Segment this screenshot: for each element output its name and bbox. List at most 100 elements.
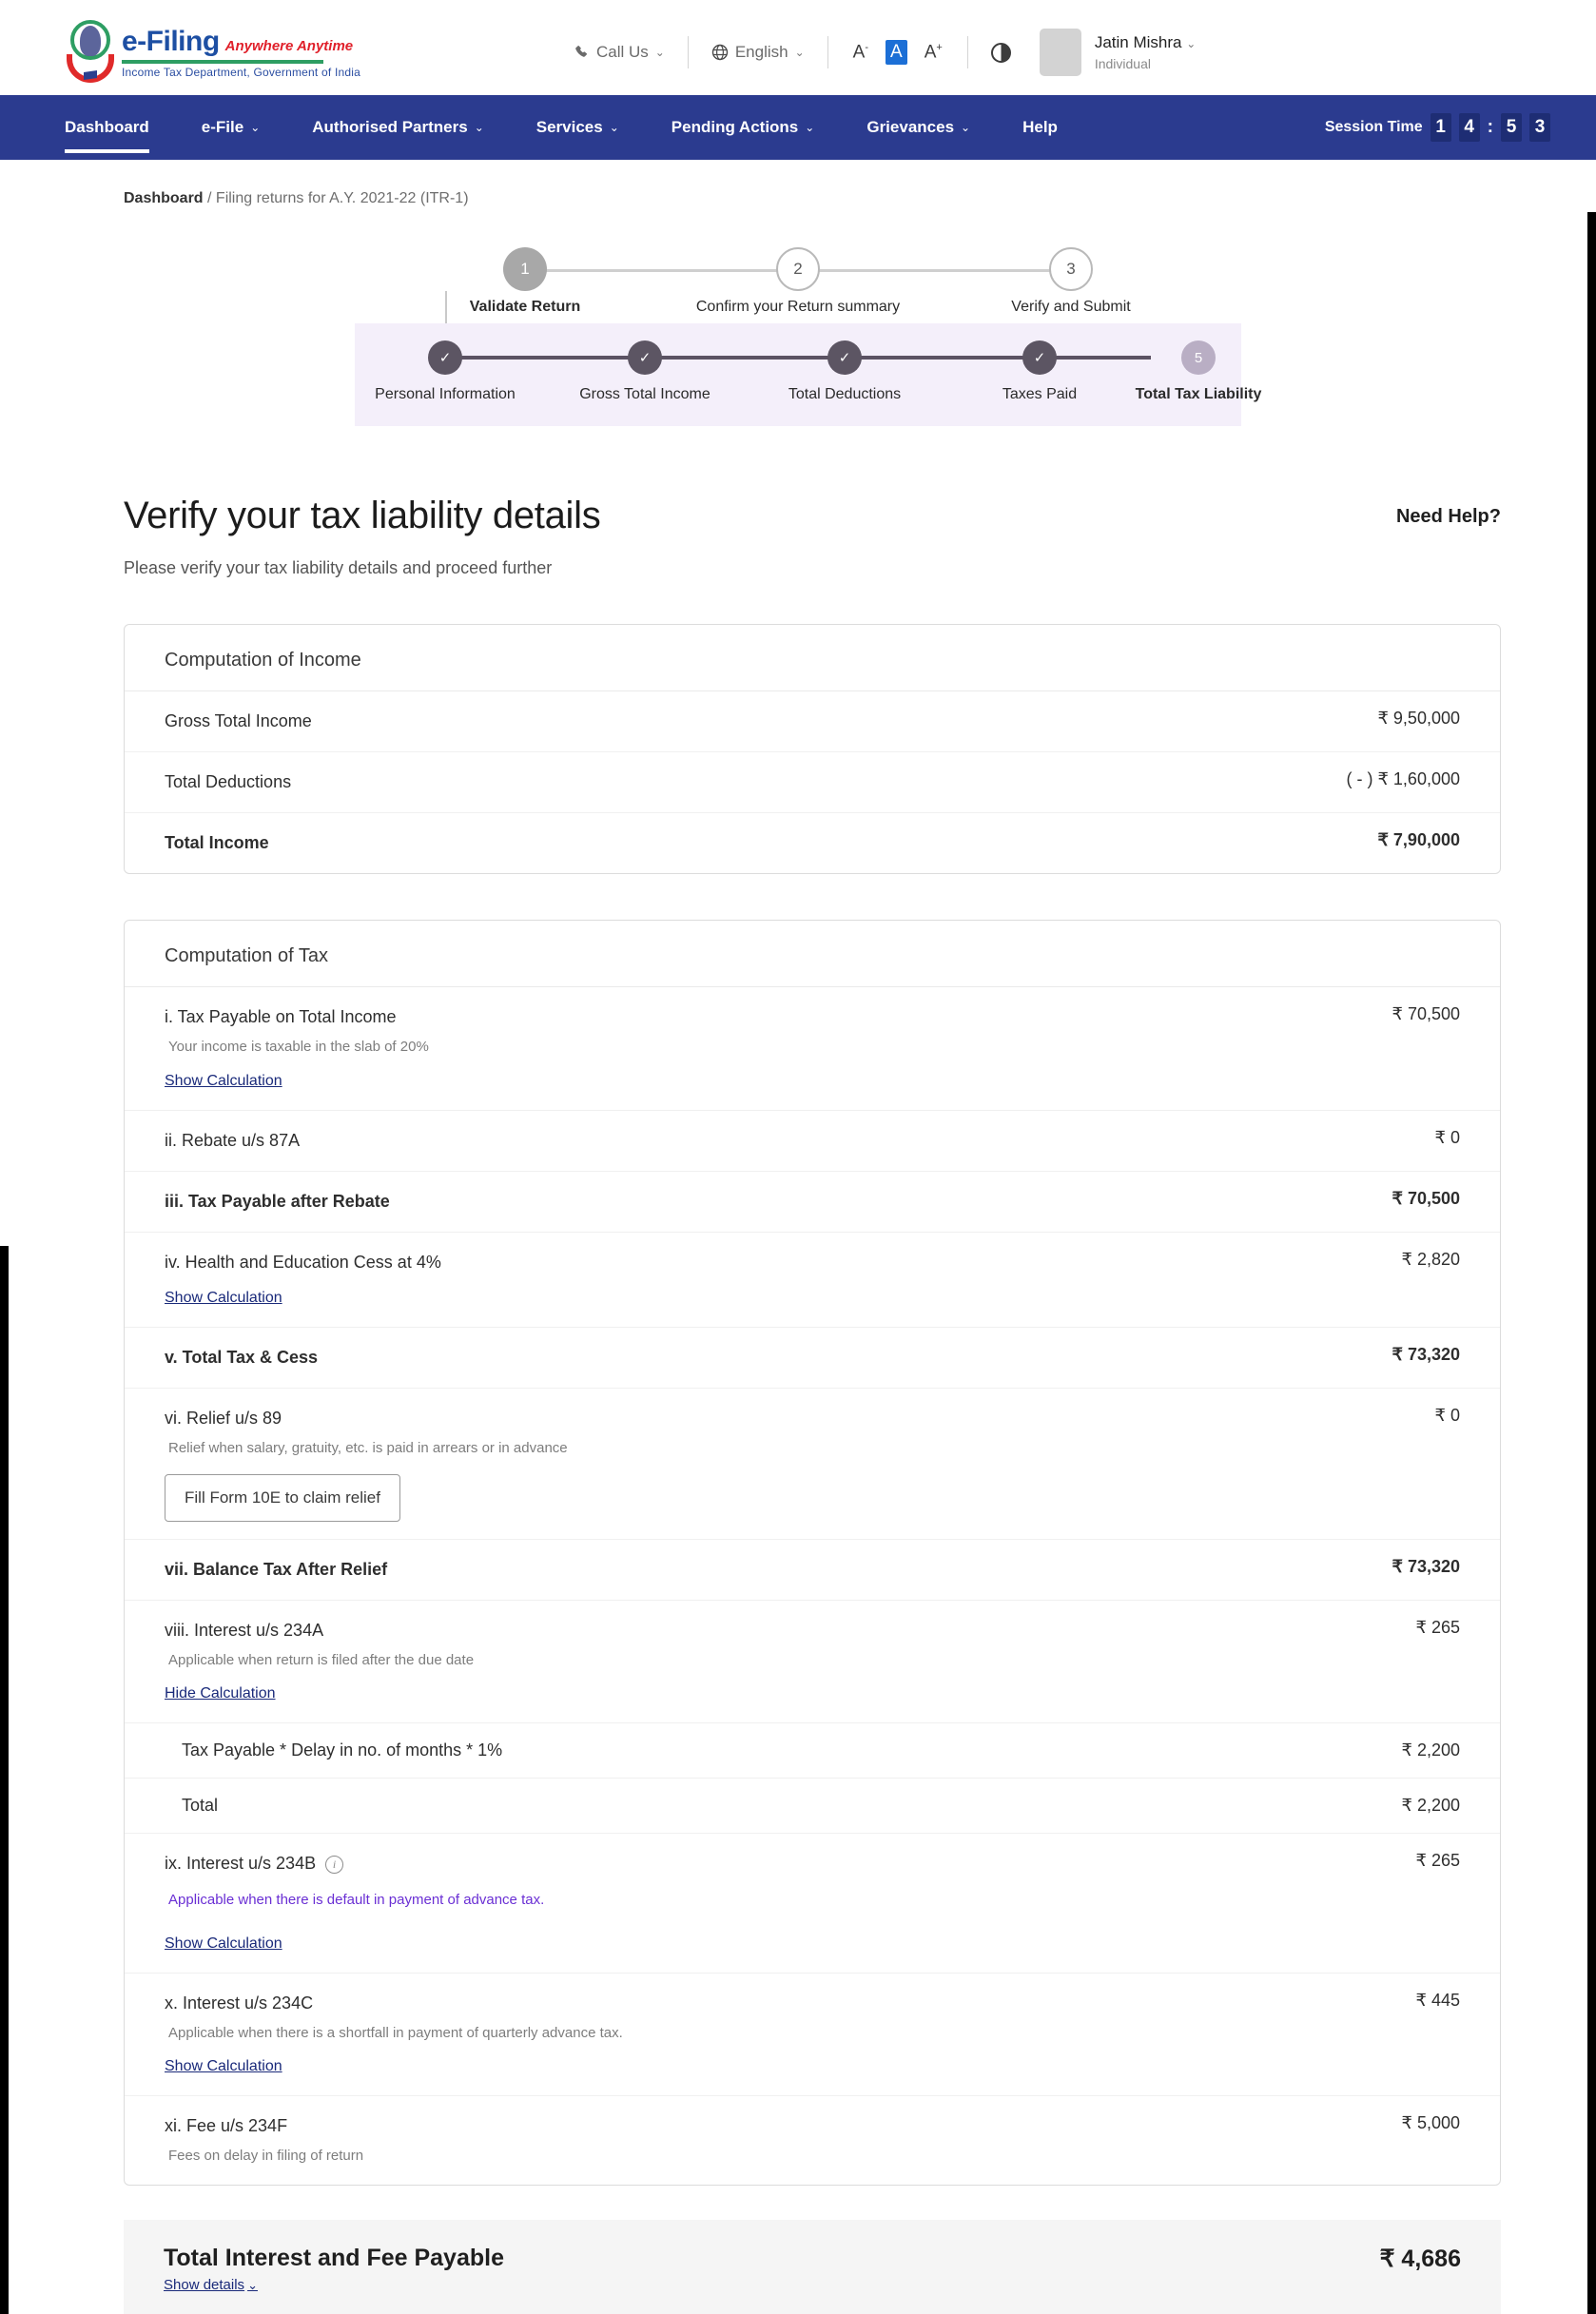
stepper-track: 1 Validate Return 2 Confirm your Return sum… (299, 247, 1297, 315)
row-amount: ₹ 0 (1434, 1405, 1460, 1425)
substep-node-2[interactable]: ✓ (628, 340, 662, 375)
top-utility-bar: e-Filing Anywhere Anytime Income Tax Dep… (0, 0, 1596, 105)
breadcrumb-separator: / (203, 190, 216, 206)
font-increase-button[interactable]: A+ (923, 41, 944, 64)
step-label-2: Confirm your Return summary (695, 299, 901, 315)
substep-label-3: Total Deductions (788, 386, 902, 402)
toggle-calculation-link[interactable]: Show Calculation (165, 1933, 282, 1955)
totals-section: Total Interest and Fee Payable Show detai… (0, 2219, 1596, 2314)
page-header-row: Verify your tax liability details Need H… (124, 495, 1501, 537)
brand-tagline: Anywhere Anytime (224, 37, 354, 54)
session-digit: 3 (1529, 113, 1550, 142)
card-title: Computation of Income (125, 625, 1500, 691)
substep-node-4[interactable]: ✓ (1022, 340, 1057, 375)
site-logo[interactable]: e-Filing Anywhere Anytime Income Tax Dep… (67, 18, 360, 87)
row-label: ii. Rebate u/s 87A (165, 1130, 301, 1150)
font-normal-button[interactable]: A (886, 40, 907, 65)
need-help-link[interactable]: Need Help? (1396, 506, 1501, 528)
row-label: Total Deductions (165, 772, 292, 791)
nav-item-help[interactable]: Help (1022, 95, 1058, 160)
row-label: x. Interest u/s 234C (165, 1993, 314, 2013)
chevron-down-icon: ⌄ (250, 121, 261, 134)
computation-of-tax-card: Computation of Tax i. Tax Payable on Tot… (124, 920, 1501, 2186)
nav-item-authorised-partners[interactable]: Authorised Partners ⌄ (312, 95, 484, 160)
chevron-down-icon: ⌄ (1186, 36, 1197, 50)
toggle-calculation-link[interactable]: Show Calculation (165, 2055, 282, 2078)
nav-item-label: Dashboard (65, 118, 149, 136)
row-left: ii. Rebate u/s 87A (165, 1128, 300, 1154)
calculation-detail-label: Total (182, 1796, 219, 1815)
nav-item-label: Services (535, 118, 603, 136)
breadcrumb-root[interactable]: Dashboard (124, 190, 204, 206)
high-contrast-toggle-icon[interactable] (990, 42, 1011, 63)
globe-icon (711, 44, 729, 61)
toggle-calculation-link[interactable]: Show Calculation (165, 1070, 282, 1093)
brand-department: Income Tax Department, Government of Ind… (122, 65, 360, 79)
nav-item-label: Authorised Partners (312, 118, 468, 136)
step-node-2[interactable]: 2 (776, 247, 820, 291)
right-scrollbar[interactable] (1587, 212, 1596, 2314)
step-label-1: Validate Return (469, 299, 581, 315)
substep-label-4: Taxes Paid (1002, 386, 1078, 402)
nav-item-pending-actions[interactable]: Pending Actions ⌄ (671, 95, 815, 160)
computation-of-income-card: Computation of Income Gross Total Income… (124, 624, 1501, 874)
row-left: vi. Relief u/s 89 Relief when salary, gra… (165, 1406, 568, 1522)
nav-item-dashboard[interactable]: Dashboard (65, 95, 149, 160)
toggle-calculation-link[interactable]: Hide Calculation (165, 1682, 276, 1705)
row-note: Fees on delay in filing of return (168, 2148, 364, 2164)
row-amount: ₹ 445 (1415, 1990, 1461, 2010)
stepper-connector (445, 291, 447, 323)
chevron-down-icon: ⌄ (474, 121, 484, 134)
row-label: Gross Total Income (165, 711, 312, 730)
income-rows: Gross Total Income ₹ 9,50,000 Total Deduct… (125, 691, 1500, 873)
row-amount: ₹ 73,320 (1392, 1344, 1460, 1364)
row-amount: ₹ 0 (1434, 1127, 1460, 1147)
session-digit: 1 (1430, 113, 1451, 142)
step-node-1[interactable]: 1 (503, 247, 547, 291)
brand-name: e-Filing (122, 25, 220, 57)
brand-divider (122, 59, 323, 64)
row-left: Total Deductions (165, 769, 291, 795)
tax-rows: i. Tax Payable on Total Income Your incom… (125, 987, 1500, 2185)
chevron-down-icon: ⌄ (609, 121, 619, 134)
row-amount: ₹ 70,500 (1392, 1188, 1460, 1208)
table-row: ix. Interest u/s 234B i Applicable when th… (125, 1834, 1500, 1974)
step-node-3[interactable]: 3 (1049, 247, 1093, 291)
table-row: Total Income ₹ 7,90,000 (125, 813, 1500, 873)
calculation-detail-row: Tax Payable * Delay in no. of months * 1… (125, 1723, 1500, 1779)
row-label: xi. Fee u/s 234F (165, 2116, 288, 2135)
table-row: vii. Balance Tax After Relief ₹ 73,320 (125, 1540, 1500, 1601)
call-us-label: Call Us (595, 43, 649, 61)
table-row: Total Deductions ( - ) ₹ 1,60,000 (125, 752, 1500, 813)
card-title: Computation of Tax (125, 921, 1500, 987)
row-note: Your income is taxable in the slab of 20… (168, 1039, 429, 1055)
substep-node-5[interactable]: 5 (1181, 340, 1216, 375)
row-amount: ( - ) ₹ 1,60,000 (1346, 769, 1460, 788)
table-row: Gross Total Income ₹ 9,50,000 (125, 691, 1500, 752)
page-root: e-Filing Anywhere Anytime Income Tax Dep… (0, 0, 1596, 2314)
row-left: iv. Health and Education Cess at 4% Show … (165, 1250, 441, 1310)
row-left: iii. Tax Payable after Rebate (165, 1189, 390, 1215)
chevron-down-icon: ⌄ (794, 46, 805, 59)
substep-bar: ✓ Personal Information ✓ Gross Total Income… (355, 291, 1261, 426)
avatar (1039, 29, 1081, 76)
nav-item-label: Grievances (866, 118, 955, 136)
substep-node-3[interactable]: ✓ (827, 340, 862, 375)
fill-form-10e-button[interactable]: Fill Form 10E to claim relief (165, 1474, 400, 1522)
substep-node-1[interactable]: ✓ (428, 340, 462, 375)
total-strip-amount: ₹ 4,686 (1379, 2245, 1461, 2272)
row-label: Total Income (165, 833, 269, 852)
nav-item-e-file[interactable]: e-File ⌄ (202, 95, 260, 160)
language-menu[interactable]: English ⌄ (711, 43, 805, 62)
nav-item-services[interactable]: Services ⌄ (536, 95, 619, 160)
font-decrease-button[interactable]: A- (851, 41, 870, 64)
user-name: Jatin Mishra ⌄ (1094, 32, 1197, 51)
user-menu[interactable]: Jatin Mishra ⌄ Individual (1039, 29, 1197, 76)
total-strip-left: Total Interest and Fee Payable Show detai… (164, 2245, 504, 2294)
call-us-menu[interactable]: Call Us ⌄ (574, 43, 665, 62)
toggle-calculation-link[interactable]: Show Calculation (165, 1287, 282, 1310)
nav-item-grievances[interactable]: Grievances ⌄ (866, 95, 970, 160)
show-details-link[interactable]: Show details ⌄ (164, 2277, 258, 2293)
info-icon[interactable]: i (325, 1855, 344, 1874)
total-strip-title: Total Interest and Fee Payable (164, 2244, 504, 2271)
